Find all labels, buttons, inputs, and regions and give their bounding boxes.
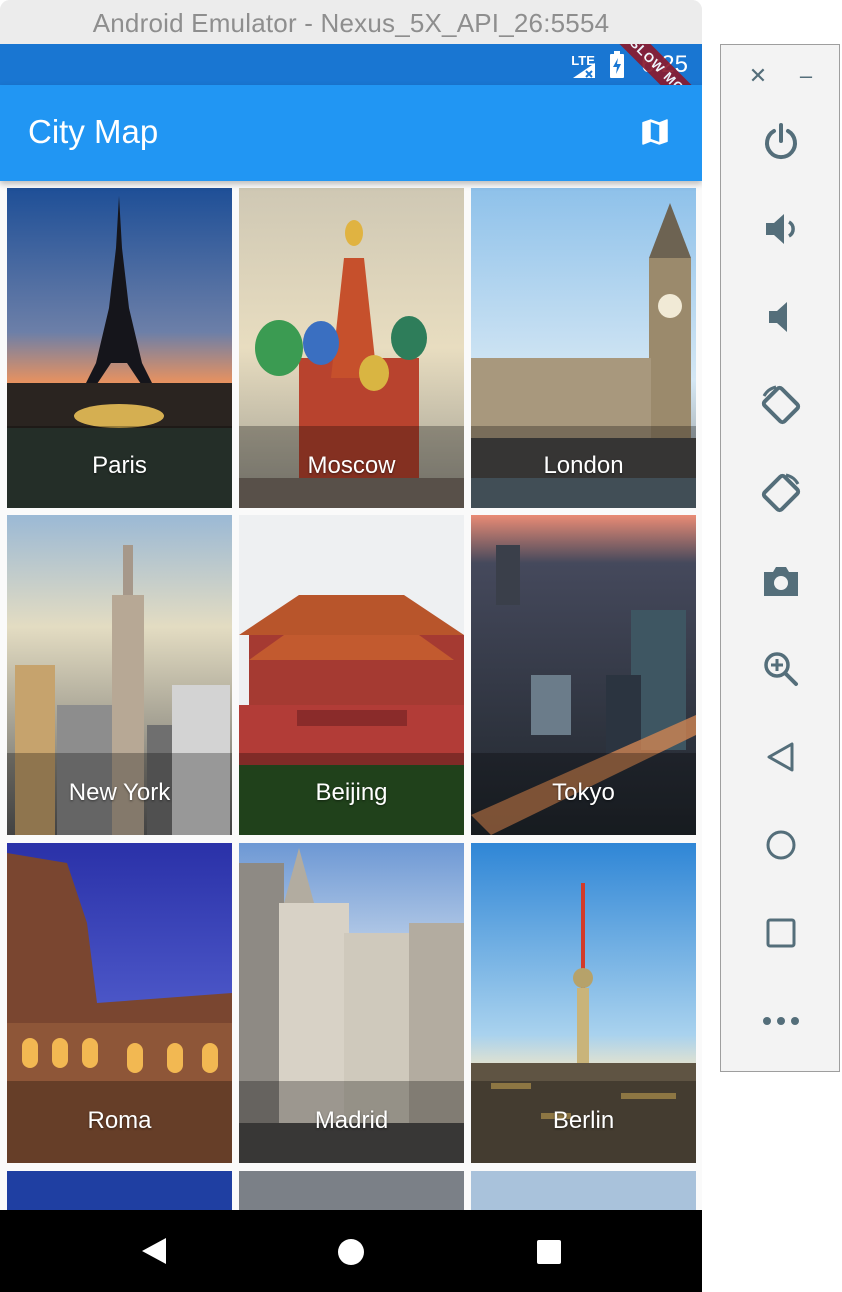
city-name: Roma	[87, 1107, 152, 1134]
city-name: Tokyo	[552, 779, 615, 806]
back-icon[interactable]	[721, 727, 841, 787]
city-tile-london[interactable]: London	[471, 188, 696, 508]
rotate-right-icon[interactable]	[721, 463, 841, 523]
status-bar: LTE 6:25 SLOW MODE	[0, 44, 702, 138]
close-icon[interactable]: ✕	[743, 61, 773, 91]
window-title: Android Emulator - Nexus_5X_API_26:5554	[92, 8, 610, 38]
city-tile-beijing[interactable]: Beijing	[239, 515, 464, 835]
app-bar: City Map	[0, 85, 702, 181]
volume-up-icon[interactable]	[721, 199, 841, 259]
home-icon[interactable]	[721, 815, 841, 875]
back-triangle-icon[interactable]	[140, 1236, 168, 1266]
city-tile-moscow[interactable]: Moscow	[239, 188, 464, 508]
city-name: Berlin	[552, 1107, 615, 1134]
city-name: London	[543, 452, 624, 479]
lte-signal-icon: LTE	[571, 51, 597, 79]
window-titlebar[interactable]: Android Emulator - Nexus_5X_API_26:5554	[0, 0, 702, 44]
android-nav-bar	[0, 1210, 702, 1292]
more-icon[interactable]	[721, 991, 841, 1051]
city-tile-tokyo[interactable]: Tokyo	[471, 515, 696, 835]
city-name: Beijing	[315, 779, 388, 806]
device-screen: LTE 6:25 SLOW MODE City Map	[0, 44, 702, 1292]
city-name: New York	[68, 779, 171, 806]
city-tile-roma[interactable]: Roma	[7, 843, 232, 1163]
city-grid: Paris Moscow London New York Beijing Tok…	[0, 188, 702, 1231]
volume-down-icon[interactable]	[721, 287, 841, 347]
city-name: Madrid	[314, 1107, 389, 1134]
battery-charging-icon	[610, 51, 625, 78]
zoom-icon[interactable]	[721, 639, 841, 699]
home-circle-icon[interactable]	[337, 1238, 365, 1266]
city-name: Moscow	[307, 452, 396, 479]
minimize-icon[interactable]: –	[791, 61, 821, 91]
emulator-side-panel: ✕ –	[720, 44, 840, 1072]
emulator-window: Android Emulator - Nexus_5X_API_26:5554 …	[0, 0, 702, 1292]
screenshot-icon[interactable]	[721, 551, 841, 611]
rotate-left-icon[interactable]	[721, 375, 841, 435]
city-tile-berlin[interactable]: Berlin	[471, 843, 696, 1163]
city-tile-new-york[interactable]: New York	[7, 515, 232, 835]
map-icon[interactable]	[638, 115, 672, 149]
power-icon[interactable]	[721, 111, 841, 171]
recents-square-icon[interactable]	[536, 1239, 562, 1265]
city-name: Paris	[92, 452, 147, 479]
city-tile-paris[interactable]: Paris	[7, 188, 232, 508]
city-tile-madrid[interactable]: Madrid	[239, 843, 464, 1163]
app-title: City Map	[28, 113, 159, 150]
overview-icon[interactable]	[721, 903, 841, 963]
